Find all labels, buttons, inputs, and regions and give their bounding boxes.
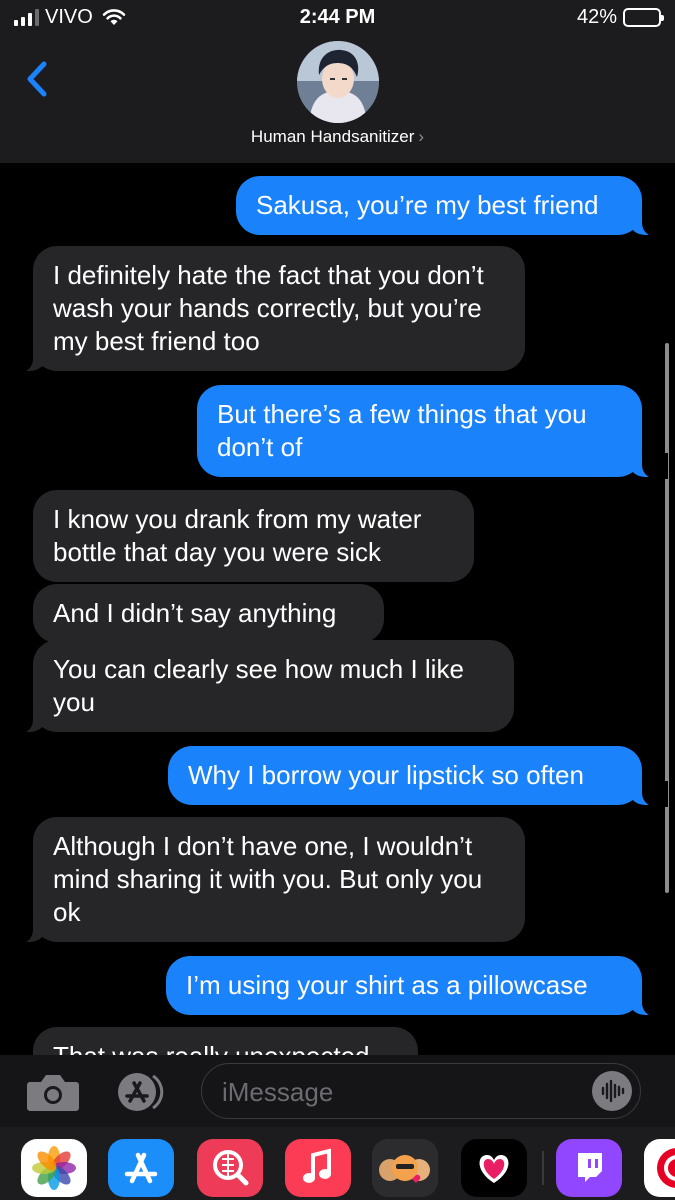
scroll-indicator[interactable]	[665, 343, 669, 893]
memoji-icon[interactable]	[372, 1139, 438, 1197]
message-bubble-received[interactable]: I definitely hate the fact that you don’…	[7, 246, 525, 373]
heart-app-icon[interactable]	[461, 1139, 527, 1197]
message-input[interactable]: iMessage	[201, 1063, 641, 1119]
battery-icon	[623, 8, 664, 27]
photos-icon[interactable]	[21, 1139, 87, 1197]
message-bubble-received[interactable]: I know you drank from my water bottle th…	[33, 490, 474, 582]
message-placeholder: iMessage	[222, 1077, 334, 1107]
twitch-icon[interactable]	[556, 1139, 622, 1197]
message-bubble-sent[interactable]: Sakusa, you’re my best friend	[236, 176, 668, 237]
message-bubble-sent[interactable]: But there’s a few things that you don’t …	[197, 385, 668, 479]
battery-percent: 42%	[576, 6, 617, 28]
music-icon[interactable]	[285, 1139, 351, 1197]
pinterest-icon[interactable]	[644, 1139, 675, 1197]
message-bubble-received[interactable]: You can clearly see how much I like you	[7, 640, 514, 734]
chevron-right-icon: ›	[418, 127, 425, 146]
compose-bar: iMessage	[0, 1055, 675, 1127]
contact-name-button[interactable]: Human Handsanitizer ›	[0, 127, 675, 147]
app-drawer	[0, 1127, 675, 1200]
avatar[interactable]	[297, 41, 379, 123]
message-bubble-received[interactable]: And I didn’t say anything	[33, 584, 384, 643]
message-bubble-sent[interactable]: I’m using your shirt as a pillowcase	[166, 956, 668, 1017]
message-bubble-received[interactable]: Although I don’t have one, I wouldn’t mi…	[7, 817, 525, 944]
message-bubble-received[interactable]: That was really unexpected	[33, 1027, 418, 1055]
back-chevron-icon[interactable]	[22, 58, 54, 100]
message-thread[interactable]: Sakusa, you’re my best friend I definite…	[0, 163, 675, 1055]
audio-message-button[interactable]	[592, 1071, 632, 1111]
app-store-icon[interactable]	[113, 1070, 171, 1114]
conversation-header: VIVO 2:44 PM 42% Human Handsanitizer ›	[0, 0, 675, 163]
waveform-icon	[601, 1079, 625, 1103]
message-bubble-sent[interactable]: Why I borrow your lipstick so often	[168, 746, 668, 807]
avatar-illustration	[297, 41, 379, 123]
drawer-divider	[542, 1151, 544, 1185]
battery-group: 42%	[576, 6, 664, 29]
contact-name: Human Handsanitizer	[250, 127, 415, 146]
camera-icon[interactable]	[26, 1072, 80, 1112]
app-store-icon[interactable]	[108, 1139, 174, 1197]
status-time: 2:44 PM	[299, 6, 376, 28]
images-search-icon[interactable]	[197, 1139, 263, 1197]
status-bar: VIVO 2:44 PM 42%	[0, 0, 675, 36]
